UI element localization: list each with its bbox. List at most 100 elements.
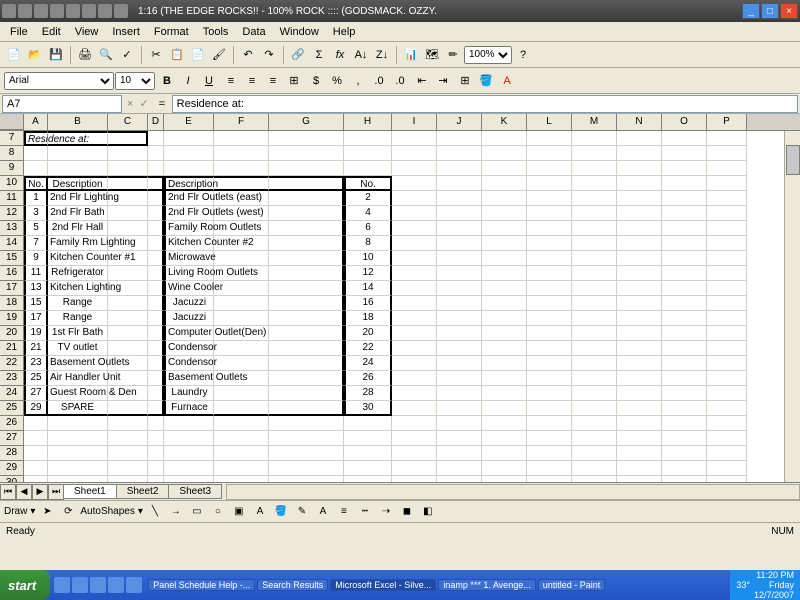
cell[interactable] — [392, 386, 437, 401]
menu-data[interactable]: Data — [236, 24, 271, 40]
row-header[interactable]: 19 — [0, 311, 24, 326]
cell[interactable] — [437, 311, 482, 326]
cell[interactable] — [148, 131, 164, 146]
cell[interactable]: 17 — [24, 311, 48, 326]
cell[interactable] — [214, 266, 269, 281]
cell[interactable] — [48, 476, 108, 482]
cell[interactable] — [108, 131, 148, 146]
cell[interactable]: 16 — [344, 296, 392, 311]
cell[interactable] — [108, 176, 148, 191]
cell[interactable] — [108, 431, 148, 446]
cell[interactable] — [108, 236, 148, 251]
menu-format[interactable]: Format — [148, 24, 195, 40]
cell[interactable] — [617, 236, 662, 251]
shadow-button[interactable]: ◼ — [398, 503, 416, 521]
cell[interactable] — [344, 446, 392, 461]
cell[interactable] — [572, 416, 617, 431]
cell[interactable] — [707, 146, 747, 161]
cell[interactable] — [148, 326, 164, 341]
tab-first-button[interactable]: ⏮ — [0, 484, 16, 500]
cell[interactable] — [24, 461, 48, 476]
cell[interactable] — [392, 431, 437, 446]
cell[interactable] — [572, 371, 617, 386]
cell[interactable] — [392, 446, 437, 461]
cell[interactable] — [148, 146, 164, 161]
threed-button[interactable]: ◧ — [419, 503, 437, 521]
cell[interactable]: 7 — [24, 236, 48, 251]
cell[interactable]: 24 — [344, 356, 392, 371]
cell[interactable] — [392, 131, 437, 146]
cell[interactable] — [572, 131, 617, 146]
cell[interactable]: Computer Outlet(Den) — [164, 326, 214, 341]
cell[interactable] — [148, 311, 164, 326]
underline-button[interactable]: U — [199, 71, 219, 91]
tab-last-button[interactable]: ⏭ — [48, 484, 64, 500]
cut-button[interactable]: ✂ — [146, 45, 166, 65]
cell[interactable] — [392, 266, 437, 281]
cell[interactable] — [344, 461, 392, 476]
cell[interactable] — [214, 341, 269, 356]
formula-input[interactable]: Residence at: — [172, 95, 798, 113]
cell[interactable] — [148, 416, 164, 431]
cell[interactable] — [214, 131, 269, 146]
tab-prev-button[interactable]: ◀ — [16, 484, 32, 500]
cell[interactable] — [617, 326, 662, 341]
cell[interactable] — [617, 146, 662, 161]
cell[interactable] — [482, 416, 527, 431]
cell[interactable] — [527, 431, 572, 446]
open-button[interactable]: 📂 — [25, 45, 45, 65]
cell[interactable] — [437, 281, 482, 296]
cell[interactable] — [148, 476, 164, 482]
cell[interactable] — [482, 341, 527, 356]
rotate-button[interactable]: ⟳ — [59, 503, 77, 521]
col-header[interactable]: G — [269, 114, 344, 130]
cell[interactable] — [482, 461, 527, 476]
cell[interactable]: Condensor — [164, 356, 214, 371]
cell[interactable] — [108, 401, 148, 416]
col-header[interactable]: J — [437, 114, 482, 130]
cell[interactable] — [392, 401, 437, 416]
cell[interactable]: 15 — [24, 296, 48, 311]
cancel-icon[interactable]: × — [124, 98, 136, 110]
cell[interactable] — [437, 236, 482, 251]
cell[interactable] — [707, 446, 747, 461]
cell[interactable] — [148, 296, 164, 311]
cell[interactable]: No. — [344, 176, 392, 191]
cell[interactable] — [527, 206, 572, 221]
row-header[interactable]: 29 — [0, 461, 24, 476]
cell[interactable] — [572, 236, 617, 251]
cell[interactable] — [392, 206, 437, 221]
cell[interactable] — [617, 401, 662, 416]
cell[interactable] — [269, 416, 344, 431]
cell[interactable] — [214, 236, 269, 251]
menu-tools[interactable]: Tools — [197, 24, 235, 40]
cell[interactable] — [527, 221, 572, 236]
cell[interactable] — [527, 146, 572, 161]
cell[interactable] — [437, 326, 482, 341]
cell[interactable] — [572, 206, 617, 221]
cell[interactable] — [482, 176, 527, 191]
cell[interactable] — [482, 281, 527, 296]
cell[interactable] — [527, 281, 572, 296]
cell[interactable] — [662, 266, 707, 281]
cell[interactable] — [437, 416, 482, 431]
cell[interactable] — [482, 266, 527, 281]
cell[interactable]: 6 — [344, 221, 392, 236]
cell[interactable]: Kitchen Lighting — [48, 281, 108, 296]
cell[interactable] — [662, 191, 707, 206]
cell[interactable] — [344, 161, 392, 176]
cell[interactable] — [48, 461, 108, 476]
cell[interactable] — [572, 461, 617, 476]
cell[interactable] — [148, 386, 164, 401]
cell[interactable] — [662, 131, 707, 146]
cell[interactable] — [148, 371, 164, 386]
cell[interactable] — [392, 416, 437, 431]
cell[interactable] — [437, 401, 482, 416]
start-button[interactable]: start — [0, 570, 50, 600]
textbox-button[interactable]: ▣ — [230, 503, 248, 521]
cell[interactable] — [527, 296, 572, 311]
borders-button[interactable]: ⊞ — [455, 71, 475, 91]
cell[interactable] — [269, 251, 344, 266]
cell[interactable] — [437, 221, 482, 236]
cell[interactable]: Laundry — [164, 386, 214, 401]
